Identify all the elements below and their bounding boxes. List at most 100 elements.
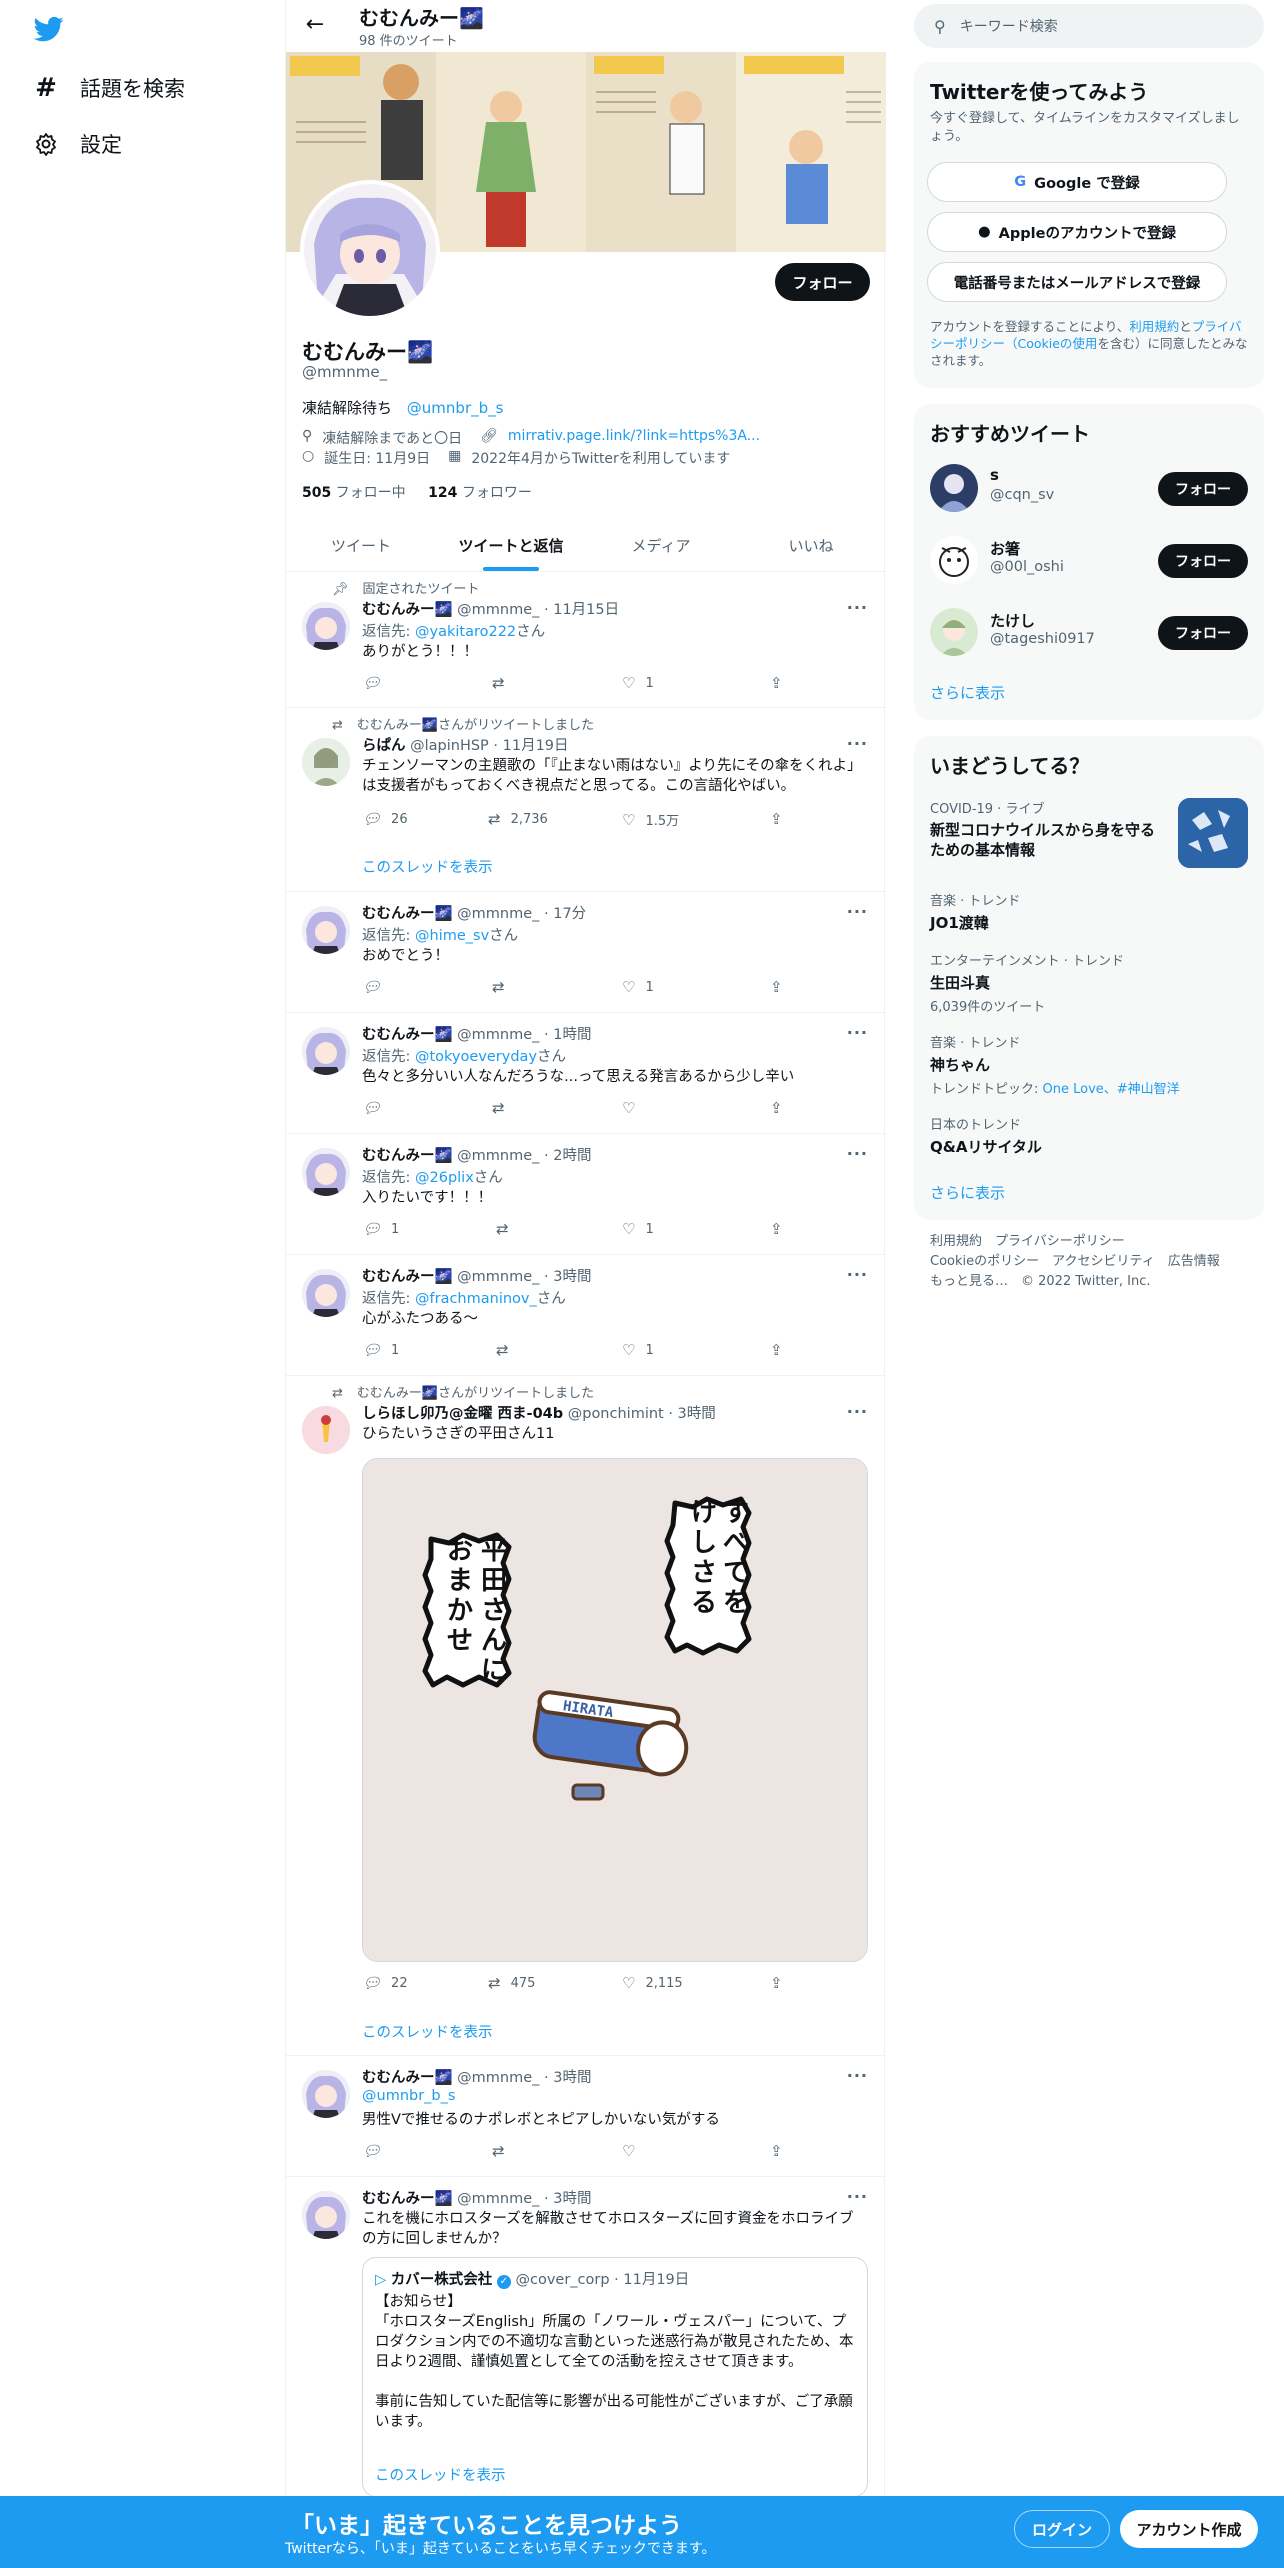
show-thread-link[interactable]: このスレッドを表示 xyxy=(362,856,493,877)
author-meta[interactable]: @lapinHSP · 11月19日 xyxy=(406,738,568,754)
bio-mention-link[interactable]: @umnbr_b_s xyxy=(407,399,504,417)
phone-signup-button[interactable]: 電話番号またはメールアドレスで登録 xyxy=(927,262,1227,302)
reply-button[interactable]: 💬︎ xyxy=(362,2142,391,2160)
login-button[interactable]: ログイン xyxy=(1014,2510,1110,2548)
trend-item[interactable]: エンターテインメント · トレンド 生田斗真 6,039件のツイート xyxy=(930,950,1248,1015)
avatar[interactable] xyxy=(302,2070,350,2118)
quote-tweet[interactable]: ▷ カバー株式会社 ✓ @cover_corp · 11月19日 【お知らせ】 … xyxy=(362,2257,868,2497)
like-button[interactable]: ♡ 1 xyxy=(622,1220,654,1238)
author-meta[interactable]: @ponchimint · 3時間 xyxy=(563,1406,716,1422)
more-icon[interactable]: ··· xyxy=(847,2187,868,2206)
reply-to-link[interactable]: @frachmaninov_ xyxy=(415,1291,537,1307)
avatar[interactable] xyxy=(302,1148,350,1196)
author-meta[interactable]: @mmnme_ · 2時間 xyxy=(453,1148,591,1164)
search-box[interactable]: ⚲ キーワード検索 xyxy=(914,4,1264,48)
more-icon[interactable]: ··· xyxy=(847,598,868,617)
author-meta[interactable]: @mmnme_ · 11月15日 xyxy=(453,602,619,618)
reply-to-link[interactable]: @26plix xyxy=(415,1170,474,1186)
terms-link[interactable]: 利用規約 xyxy=(1129,319,1179,334)
mention-link[interactable]: @umnbr_b_s xyxy=(362,2088,455,2104)
more-icon[interactable]: ··· xyxy=(847,1144,868,1163)
more-icon[interactable]: ··· xyxy=(847,2066,868,2085)
like-button[interactable]: ♡ xyxy=(622,2142,645,2160)
tweet-item[interactable]: ⇄ むむんみー🌌さんがリツイートしました しらほし卯乃@金曜 西ま-04b @po… xyxy=(286,1376,886,2056)
author-name[interactable]: むむんみー🌌 xyxy=(362,602,453,618)
footer-line-1[interactable]: 利用規約 プライバシーポリシー xyxy=(930,1232,1250,1252)
reply-to-link[interactable]: @tokyoeveryday xyxy=(415,1049,537,1065)
follow-button[interactable]: フォロー xyxy=(1158,472,1248,506)
more-icon[interactable]: ··· xyxy=(847,1265,868,1284)
follow-button[interactable]: フォロー xyxy=(775,263,870,301)
share-button[interactable]: ⇪ xyxy=(770,1341,783,1359)
suggested-user[interactable]: お箸 @00l_oshi フォロー xyxy=(930,534,1248,588)
retweet-button[interactable]: ⇄ xyxy=(492,674,515,692)
author-name[interactable]: むむんみー🌌 xyxy=(362,2070,453,2086)
reply-to-link[interactable]: @hime_sv xyxy=(415,928,489,944)
retweet-button[interactable]: ⇄ xyxy=(496,1341,519,1359)
trend-item[interactable]: 日本のトレンド Q&Aリサイタル xyxy=(930,1114,1248,1157)
retweet-button[interactable]: ⇄ 475 xyxy=(488,1974,535,1992)
trend-topics-link[interactable]: One Love、#神山智洋 xyxy=(1043,1082,1180,1097)
search-input[interactable]: キーワード検索 xyxy=(960,16,1058,36)
author-name[interactable]: むむんみー🌌 xyxy=(362,906,453,922)
reply-button[interactable]: 💬︎ xyxy=(362,978,391,996)
tweet-image[interactable]: すべてをけしさる 平田さんにおまかせ HIRATA xyxy=(362,1458,868,1962)
avatar[interactable] xyxy=(302,1027,350,1075)
more-icon[interactable]: ··· xyxy=(847,902,868,921)
followers-link[interactable]: 124 フォロワー xyxy=(428,485,532,501)
tweet-item[interactable]: むむんみー🌌 @mmnme_ · 3時間 ··· 返信先: @frachmani… xyxy=(286,1255,886,1376)
author-name[interactable]: しらほし卯乃@金曜 西ま-04b xyxy=(362,1406,563,1422)
author-meta[interactable]: @mmnme_ · 3時間 xyxy=(453,2070,591,2086)
avatar[interactable] xyxy=(930,536,978,584)
share-button[interactable]: ⇪ xyxy=(770,810,783,828)
retweet-button[interactable]: ⇄ 2,736 xyxy=(488,810,548,828)
back-arrow-icon[interactable]: ← xyxy=(300,12,330,37)
suggested-user[interactable]: s @cqn_sv フォロー xyxy=(930,462,1248,516)
retweet-button[interactable]: ⇄ xyxy=(492,2142,515,2160)
like-button[interactable]: ♡ 1 xyxy=(622,674,654,692)
avatar[interactable] xyxy=(302,1269,350,1317)
author-name[interactable]: むむんみー🌌 xyxy=(362,2191,453,2207)
reply-button[interactable]: 💬︎ xyxy=(362,674,391,692)
quote-show-thread-link[interactable]: このスレッドを表示 xyxy=(375,2464,506,2485)
retweet-button[interactable]: ⇄ xyxy=(496,1220,519,1238)
share-button[interactable]: ⇪ xyxy=(770,1220,783,1238)
footer-line-3[interactable]: もっと見る… © 2022 Twitter, Inc. xyxy=(930,1272,1250,1292)
avatar[interactable] xyxy=(302,1406,350,1454)
google-signup-button[interactable]: G Google で登録 xyxy=(927,162,1227,202)
tweet-item[interactable]: むむんみー🌌 @mmnme_ · 3時間 ··· これを機にホロスターズを解散さ… xyxy=(286,2177,886,2497)
reply-button[interactable]: 💬︎ 1 xyxy=(362,1220,399,1238)
twitter-logo-icon[interactable] xyxy=(32,14,66,44)
more-icon[interactable]: ··· xyxy=(847,1402,868,1421)
nav-explore[interactable]: # 話題を検索 xyxy=(32,68,185,108)
reply-button[interactable]: 💬︎ 22 xyxy=(362,1974,408,1992)
author-meta[interactable]: @mmnme_ · 17分 xyxy=(453,906,586,922)
author-meta[interactable]: @mmnme_ · 1時間 xyxy=(453,1027,591,1043)
follow-button[interactable]: フォロー xyxy=(1158,544,1248,578)
share-button[interactable]: ⇪ xyxy=(770,2142,783,2160)
share-button[interactable]: ⇪ xyxy=(770,978,783,996)
retweet-button[interactable]: ⇄ xyxy=(492,978,515,996)
author-meta[interactable]: @mmnme_ · 3時間 xyxy=(453,1269,591,1285)
tweet-item[interactable]: むむんみー🌌 @mmnme_ · 3時間 ··· @umnbr_b_s 男性Vで… xyxy=(286,2056,886,2177)
author-name[interactable]: らぱん xyxy=(362,738,406,754)
retweet-button[interactable]: ⇄ xyxy=(492,1099,515,1117)
avatar[interactable] xyxy=(302,738,350,786)
footer-line-2[interactable]: Cookieのポリシー アクセシビリティ 広告情報 xyxy=(930,1252,1250,1272)
share-button[interactable]: ⇪ xyxy=(770,1099,783,1117)
suggest-show-more-link[interactable]: さらに表示 xyxy=(930,682,1005,703)
tweet-item[interactable]: 📌︎ 固定されたツイート むむんみー🌌 @mmnme_ · 11月15日 ··· … xyxy=(286,572,886,708)
signup-button[interactable]: アカウント作成 xyxy=(1120,2510,1258,2548)
suggested-user[interactable]: たけし @tageshi0917 フォロー xyxy=(930,606,1248,660)
like-button[interactable]: ♡ 1 xyxy=(622,1341,654,1359)
tab-tweets[interactable]: ツイート xyxy=(286,520,436,571)
avatar[interactable] xyxy=(930,464,978,512)
reply-button[interactable]: 💬︎ 1 xyxy=(362,1341,399,1359)
tweet-item[interactable]: むむんみー🌌 @mmnme_ · 2時間 ··· 返信先: @26plixさん … xyxy=(286,1134,886,1255)
avatar[interactable] xyxy=(302,906,350,954)
trends-show-more-link[interactable]: さらに表示 xyxy=(930,1182,1005,1203)
reply-button[interactable]: 💬︎ xyxy=(362,1099,391,1117)
tweet-item[interactable]: ⇄ むむんみー🌌さんがリツイートしました らぱん @lapinHSP · 11月1… xyxy=(286,708,886,892)
trend-item[interactable]: 音楽 · トレンド 神ちゃん トレンドトピック: One Love、#神山智洋 xyxy=(930,1032,1248,1097)
author-name[interactable]: むむんみー🌌 xyxy=(362,1269,453,1285)
